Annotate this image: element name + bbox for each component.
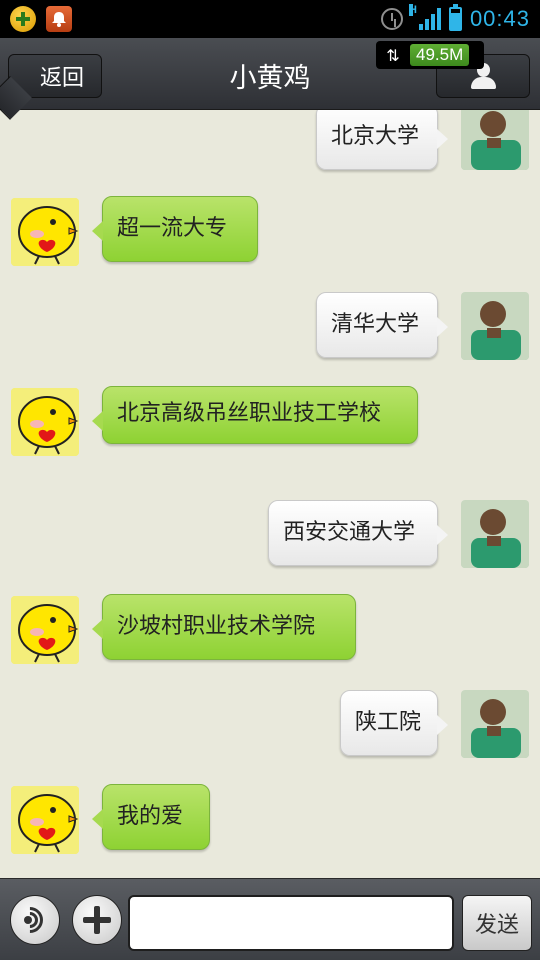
plus-icon xyxy=(83,906,111,934)
battery-icon xyxy=(448,4,462,31)
voice-input-button[interactable] xyxy=(10,895,60,945)
bell-notification-icon xyxy=(46,6,72,32)
network-speed-value: 49.5M xyxy=(410,44,470,66)
alarm-icon xyxy=(380,8,403,30)
status-bar: H 00:43 xyxy=(0,0,540,38)
message-text: 北京大学 xyxy=(331,124,420,149)
message-text: 西安交通大学 xyxy=(283,520,416,545)
message-text: 我的爱 xyxy=(117,804,184,829)
message-row: 沙坡村职业技术学院 xyxy=(0,594,540,674)
message-row: 北京大学 xyxy=(0,110,540,182)
message-text: 陕工院 xyxy=(355,710,422,735)
bot-avatar[interactable] xyxy=(11,198,79,266)
message-bubble[interactable]: 陕工院 xyxy=(340,690,448,756)
send-button[interactable]: 发送 xyxy=(462,895,532,951)
message-input[interactable] xyxy=(128,895,454,951)
message-bubble[interactable]: 西安交通大学 xyxy=(268,500,448,566)
message-row: 我的爱 xyxy=(0,784,540,864)
message-row: 西安交通大学 xyxy=(0,500,540,580)
message-bubble[interactable]: 清华大学 xyxy=(316,292,448,358)
my-avatar[interactable] xyxy=(461,110,529,170)
signal-type-label: H xyxy=(408,4,417,16)
message-input-bar: 发送 xyxy=(0,878,540,960)
message-row: 陕工院 xyxy=(0,688,540,768)
message-bubble[interactable]: 超一流大专 xyxy=(92,196,258,262)
my-avatar[interactable] xyxy=(461,500,529,568)
bot-avatar[interactable] xyxy=(11,388,79,456)
signal-icon: H xyxy=(408,4,441,30)
message-bubble[interactable]: 我的爱 xyxy=(92,784,210,850)
up-down-arrows-icon: ⇅ xyxy=(386,45,400,65)
my-avatar[interactable] xyxy=(461,292,529,360)
status-time: 00:43 xyxy=(469,6,530,31)
message-text: 北京高级吊丝职业技工学校 xyxy=(117,401,382,426)
message-bubble[interactable]: 沙坡村职业技术学院 xyxy=(92,594,356,660)
message-row: 清华大学 xyxy=(0,292,540,372)
message-bubble[interactable]: 北京大学 xyxy=(316,110,448,170)
network-speed-overlay: ⇅ 49.5M xyxy=(376,41,484,69)
bot-avatar[interactable] xyxy=(11,596,79,664)
message-row: 超一流大专 xyxy=(0,196,540,276)
app-notification-icon xyxy=(10,6,36,32)
my-avatar[interactable] xyxy=(461,690,529,758)
message-text: 超一流大专 xyxy=(117,216,228,241)
add-attachment-button[interactable] xyxy=(72,895,122,945)
bot-avatar[interactable] xyxy=(11,786,79,854)
chat-message-list[interactable]: 北京大学 超一流大专 清华大学 北京高级吊丝职业技工学校 西安交通大学 沙坡村职… xyxy=(0,110,540,878)
message-bubble[interactable]: 北京高级吊丝职业技工学校 xyxy=(92,386,418,444)
message-text: 沙坡村职业技术学院 xyxy=(117,614,316,639)
message-row: 北京高级吊丝职业技工学校 xyxy=(0,386,540,478)
message-text: 清华大学 xyxy=(331,312,420,337)
back-button-label: 返回 xyxy=(39,66,84,91)
voice-wave-icon xyxy=(11,901,49,939)
